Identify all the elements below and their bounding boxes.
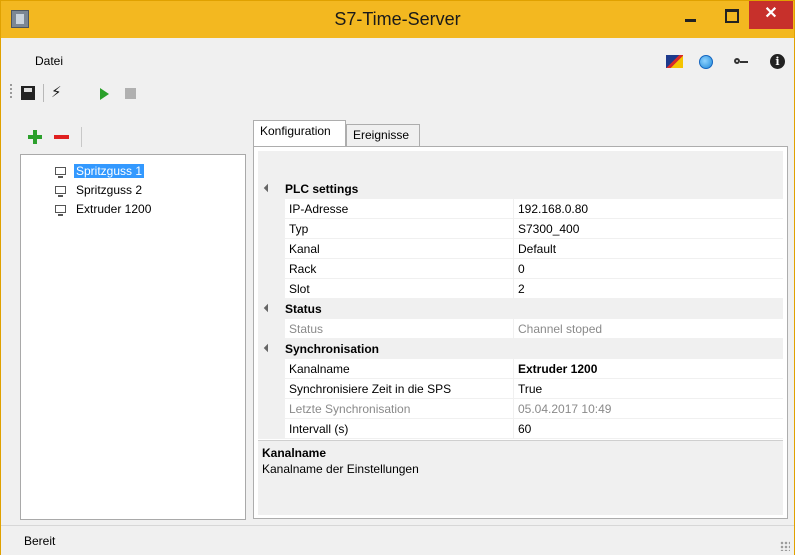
save-icon[interactable] xyxy=(21,86,35,100)
category-status[interactable]: Status xyxy=(258,299,783,319)
tree-item-label: Extruder 1200 xyxy=(76,202,152,216)
property-help-panel: Kanalname Kanalname der Einstellungen xyxy=(258,440,783,515)
resize-grip-icon[interactable] xyxy=(780,541,790,551)
property-value: Channel stoped xyxy=(518,322,603,336)
close-button[interactable]: ✕ xyxy=(749,1,793,29)
property-name: IP-Adresse xyxy=(289,202,349,216)
title-bar[interactable]: S7-Time-Server ✕ xyxy=(1,1,794,38)
property-row[interactable]: IP-Adresse 192.168.0.80 xyxy=(258,199,783,219)
maximize-button[interactable] xyxy=(711,1,751,31)
toolbar-separator xyxy=(43,84,44,102)
property-row[interactable]: Synchronisiere Zeit in die SPS True xyxy=(258,379,783,399)
tree-item-label: Spritzguss 2 xyxy=(76,183,143,197)
category-synchronisation[interactable]: Synchronisation xyxy=(258,339,783,359)
collapse-icon[interactable] xyxy=(263,183,273,193)
property-row[interactable]: Letzte Synchronisation 05.04.2017 10:49 xyxy=(258,399,783,419)
property-grid: PLC settings IP-Adresse 192.168.0.80 Typ… xyxy=(258,179,783,439)
property-value[interactable]: True xyxy=(518,382,542,396)
collapse-icon[interactable] xyxy=(263,343,273,353)
stop-icon[interactable] xyxy=(125,88,136,99)
menu-bar: Datei i xyxy=(1,38,794,74)
flag-icon[interactable] xyxy=(666,55,683,68)
remove-icon[interactable] xyxy=(54,135,69,139)
property-value[interactable]: 2 xyxy=(518,282,525,296)
property-row[interactable]: Kanal Default xyxy=(258,239,783,259)
computer-icon xyxy=(55,167,66,178)
property-row[interactable]: Rack 0 xyxy=(258,259,783,279)
main-window: S7-Time-Server ✕ Datei i ⚡ Spritzguss 1 … xyxy=(0,0,795,555)
category-name: Status xyxy=(285,302,322,316)
property-name: Kanalname xyxy=(289,362,350,376)
tree-item-label: Spritzguss 1 xyxy=(74,164,145,178)
property-value[interactable]: S7300_400 xyxy=(518,222,579,236)
property-row[interactable]: Intervall (s) 60 xyxy=(258,419,783,439)
property-value: 05.04.2017 10:49 xyxy=(518,402,612,416)
property-name: Typ xyxy=(289,222,309,236)
minimize-button[interactable] xyxy=(671,1,711,31)
menu-file[interactable]: Datei xyxy=(35,54,63,68)
property-value[interactable]: 60 xyxy=(518,422,531,436)
tab-ereignisse[interactable]: Ereignisse xyxy=(346,124,420,146)
property-row[interactable]: Typ S7300_400 xyxy=(258,219,783,239)
computer-icon xyxy=(55,186,66,197)
info-icon[interactable]: i xyxy=(770,54,785,69)
configuration-panel: PLC settings IP-Adresse 192.168.0.80 Typ… xyxy=(253,146,788,519)
status-text: Bereit xyxy=(24,534,56,548)
key-icon[interactable] xyxy=(734,58,748,66)
computer-icon xyxy=(55,205,66,216)
property-name: Intervall (s) xyxy=(289,422,349,436)
play-icon[interactable] xyxy=(100,88,109,100)
property-name: Kanal xyxy=(289,242,320,256)
globe-icon[interactable] xyxy=(699,55,713,69)
property-name: Status xyxy=(289,322,324,336)
help-description: Kanalname der Einstellungen xyxy=(262,462,419,476)
property-name: Synchronisiere Zeit in die SPS xyxy=(289,382,452,396)
property-grid-toolbar xyxy=(258,151,783,180)
property-value[interactable]: 192.168.0.80 xyxy=(518,202,588,216)
add-icon[interactable] xyxy=(28,130,42,144)
category-name: PLC settings xyxy=(285,182,359,196)
category-plc-settings[interactable]: PLC settings xyxy=(258,179,783,199)
toolbar: ⚡ xyxy=(1,74,794,110)
status-bar: Bereit xyxy=(1,525,794,555)
property-row[interactable]: Slot 2 xyxy=(258,279,783,299)
property-name: Slot xyxy=(289,282,310,296)
category-name: Synchronisation xyxy=(285,342,380,356)
tree-toolbar xyxy=(20,124,247,154)
collapse-icon[interactable] xyxy=(263,303,273,313)
property-value[interactable]: 0 xyxy=(518,262,525,276)
property-name: Rack xyxy=(289,262,317,276)
tab-strip: Konfiguration Ereignisse xyxy=(253,120,793,147)
lightning-icon[interactable]: ⚡ xyxy=(51,83,62,101)
property-row[interactable]: Kanalname Extruder 1200 xyxy=(258,359,783,379)
channel-tree[interactable]: Spritzguss 1 Spritzguss 2 Extruder 1200 xyxy=(20,154,246,520)
tree-toolbar-separator xyxy=(81,127,82,147)
property-value[interactable]: Default xyxy=(518,242,556,256)
property-row[interactable]: Status Channel stoped xyxy=(258,319,783,339)
property-name: Letzte Synchronisation xyxy=(289,402,411,416)
tab-konfiguration[interactable]: Konfiguration xyxy=(253,120,346,147)
help-title: Kanalname xyxy=(262,446,327,460)
toolbar-grip[interactable] xyxy=(10,84,12,100)
property-value[interactable]: Extruder 1200 xyxy=(518,362,597,376)
